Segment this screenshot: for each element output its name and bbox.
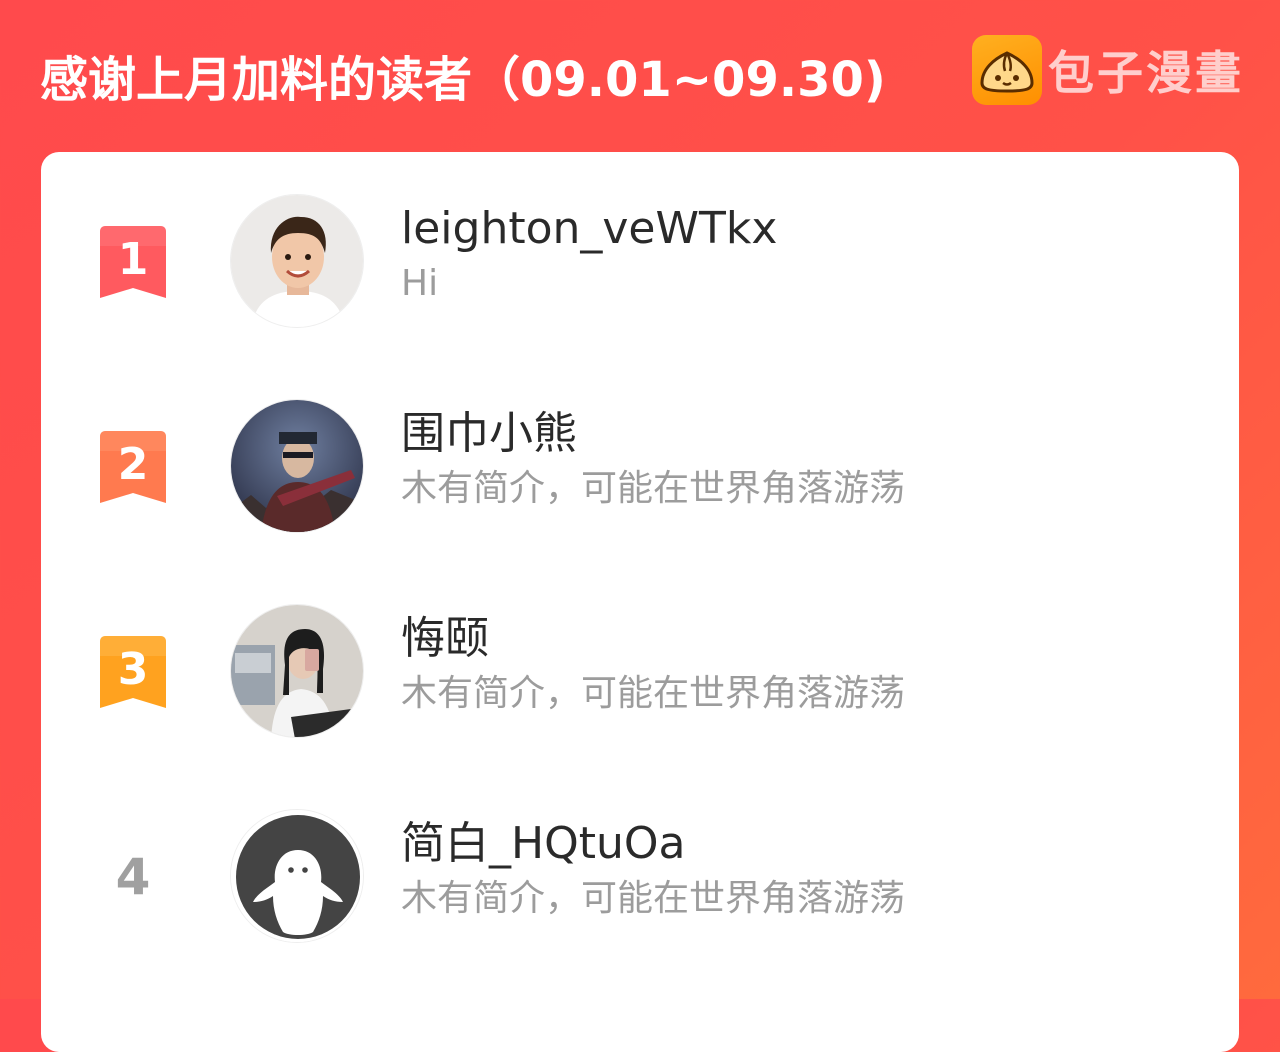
rank-ribbon-icon: 2: [98, 431, 168, 503]
rank-number: 1: [118, 234, 149, 285]
photo-avatar-boy: [231, 195, 363, 327]
default-avatar-icon: [231, 810, 363, 942]
game-character-avatar: [231, 400, 363, 532]
baozi-bun-icon: [972, 35, 1042, 105]
rank-number: 3: [118, 644, 149, 695]
rank-ribbon-icon: 3: [98, 636, 168, 708]
reader-name[interactable]: 悔颐: [401, 612, 489, 666]
rank-number: 4: [115, 848, 151, 906]
list-item[interactable]: 3 悔颐 木有简介，可能在世界角落游荡: [41, 602, 1239, 752]
avatar[interactable]: [230, 399, 364, 533]
avatar[interactable]: [230, 194, 364, 328]
list-item[interactable]: 4 简白_HQtuOa 木有简介，可能在世界角落游荡: [41, 807, 1239, 957]
reader-list-card: 1 leighton_veWTkx Hi 2 围巾小熊 木有简介，可能在世界角落…: [41, 152, 1239, 1052]
header: 感谢上月加料的读者（09.01~09.30) 包子漫畫: [0, 0, 1280, 150]
reader-description: 木有简介，可能在世界角落游荡: [401, 878, 906, 919]
list-item[interactable]: 2 围巾小熊 木有简介，可能在世界角落游荡: [41, 397, 1239, 547]
list-item[interactable]: 1 leighton_veWTkx Hi: [41, 192, 1239, 342]
reader-description: Hi: [401, 263, 439, 304]
rank-ribbon-icon: 1: [98, 226, 168, 298]
reader-name[interactable]: 围巾小熊: [401, 407, 577, 461]
reader-description: 木有简介，可能在世界角落游荡: [401, 673, 906, 714]
photo-avatar-girl: [231, 605, 363, 737]
avatar[interactable]: [230, 604, 364, 738]
brand[interactable]: 包子漫畫: [972, 34, 1244, 106]
reader-name[interactable]: leighton_veWTkx: [401, 202, 777, 256]
avatar[interactable]: [230, 809, 364, 943]
page-title: 感谢上月加料的读者（09.01~09.30): [40, 52, 886, 108]
reader-description: 木有简介，可能在世界角落游荡: [401, 468, 906, 509]
reader-name[interactable]: 简白_HQtuOa: [401, 817, 685, 871]
brand-name: 包子漫畫: [1048, 46, 1244, 100]
rank-number: 2: [118, 439, 149, 490]
